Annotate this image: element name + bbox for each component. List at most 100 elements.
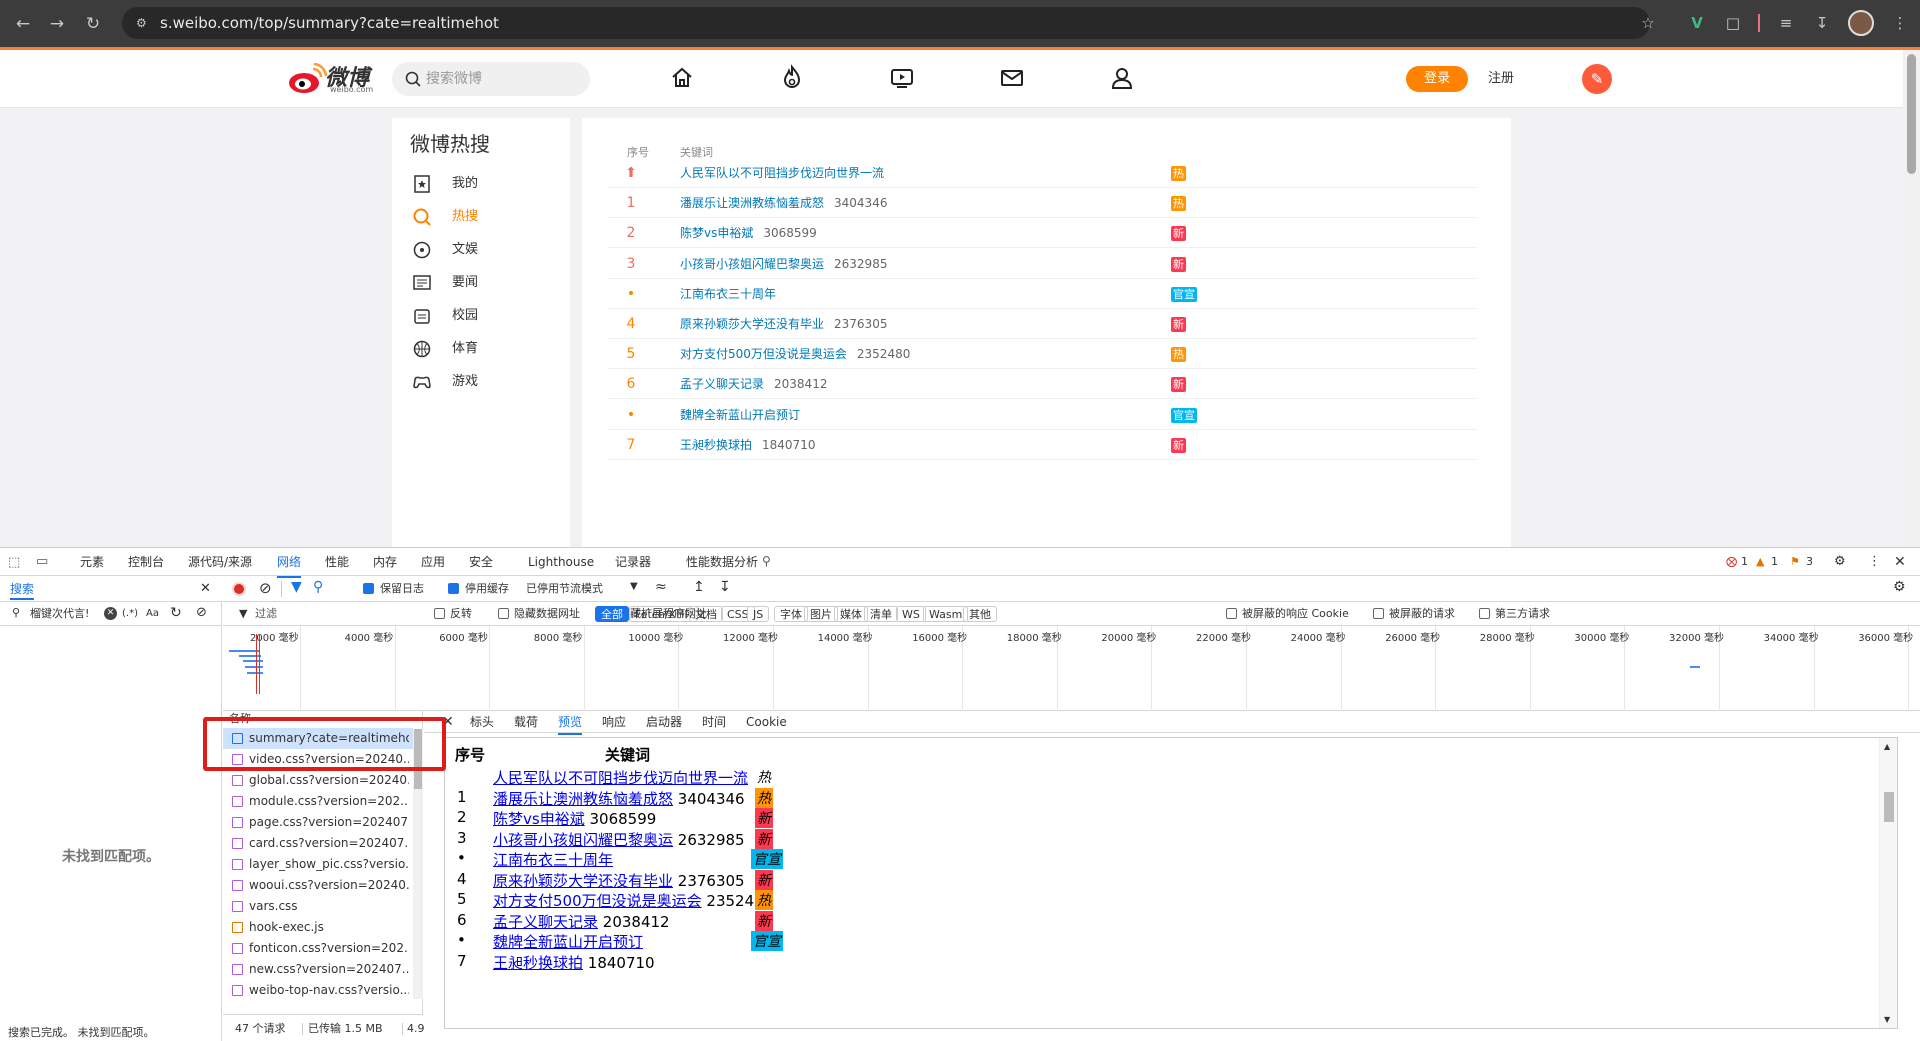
address-bar[interactable]: ⚙ s.weibo.com/top/summary?cate=realtimeh…	[122, 7, 1650, 39]
forward-arrow-icon[interactable]: →	[44, 11, 70, 37]
filter-type-chip[interactable]: Wasm	[923, 606, 969, 622]
tab-payload[interactable]: 载荷	[514, 711, 538, 733]
tab-cookies[interactable]: Cookie	[746, 711, 787, 733]
tab-headers[interactable]: 标头	[470, 711, 494, 733]
request-name[interactable]: card.css?version=202407...	[249, 833, 409, 854]
row-keyword-link[interactable]: 人民军队以不可阻挡步伐迈向世界一流	[680, 158, 894, 188]
hot-search-row[interactable]: • 魏牌全新蓝山开启预订 官宣	[607, 400, 1477, 430]
request-row[interactable]: fonticon.css?version=202...	[223, 938, 413, 959]
request-name[interactable]: new.css?version=202407...	[249, 959, 409, 980]
row-keyword[interactable]: 原来孙颖莎大学还没有毕业	[680, 317, 824, 331]
tab-performance-insights[interactable]: 性能数据分析	[686, 548, 758, 576]
row-keyword[interactable]: 潘展乐让澳洲教练恼羞成怒	[680, 196, 824, 210]
request-name[interactable]: fonticon.css?version=202...	[249, 938, 409, 959]
request-row[interactable]: new.css?version=202407...	[223, 959, 413, 980]
back-arrow-icon[interactable]: ←	[10, 11, 36, 37]
request-name[interactable]: page.css?version=202407...	[249, 812, 409, 833]
error-count[interactable]: 1	[1741, 555, 1748, 569]
row-keyword-link[interactable]: 王昶秒换球拍 1840710	[680, 430, 815, 460]
tab-response[interactable]: 响应	[602, 711, 626, 733]
site-info-icon[interactable]: ⚙	[136, 15, 152, 31]
hot-search-row[interactable]: 3 小孩哥小孩姐闪耀巴黎奥运 2632985 新	[607, 249, 1477, 279]
hot-search-row[interactable]: 4 原来孙颖莎大学还没有毕业 2376305 新	[607, 309, 1477, 339]
request-row[interactable]: module.css?version=202...	[223, 791, 413, 812]
tab-sources[interactable]: 源代码/来源	[188, 548, 252, 576]
address-bar-url[interactable]: s.weibo.com/top/summary?cate=realtimehot	[160, 7, 499, 39]
hot-search-row[interactable]: 1 潘展乐让澳洲教练恼羞成怒 3404346 热	[607, 188, 1477, 219]
hot-search-row[interactable]: • 江南布衣三十周年 官宣	[607, 279, 1477, 309]
hot-search-row[interactable]: 7 王昶秒换球拍 1840710 新	[607, 430, 1477, 460]
weibo-search-box[interactable]: 搜索微博	[392, 62, 590, 96]
tab-lighthouse[interactable]: Lighthouse	[528, 548, 594, 576]
network-conditions-icon[interactable]: ≈	[655, 579, 667, 595]
vue-extension-icon[interactable]: V	[1685, 11, 1709, 35]
row-keyword[interactable]: 对方支付500万但没说是奥运会	[680, 347, 847, 361]
filter-type-chip[interactable]: 字体	[774, 606, 808, 622]
sidebar-item-games[interactable]: 游戏	[410, 369, 560, 395]
hot-search-row[interactable]: 5 对方支付500万但没说是奥运会 2352480 热	[607, 339, 1477, 370]
request-row[interactable]: layer_show_pic.css?versio...	[223, 854, 413, 875]
tab-security[interactable]: 安全	[469, 548, 493, 576]
throttle-select[interactable]: 已停用节流模式	[526, 576, 603, 602]
search-query-input[interactable]: 榴键次代言!	[30, 602, 102, 626]
preview-keyword-link[interactable]: 王昶秒换球拍	[493, 954, 583, 972]
download-icon[interactable]: ↧	[1810, 11, 1834, 35]
preview-scrollbar[interactable]: ▲ ▼	[1879, 738, 1897, 1028]
request-name[interactable]: weibo-top-nav.css?versio...	[249, 980, 409, 1001]
search-placeholder[interactable]: 搜索微博	[426, 62, 482, 96]
request-row[interactable]: hook-exec.js	[223, 917, 413, 938]
home-icon[interactable]	[667, 63, 697, 93]
request-name[interactable]: global.css?version=20240...	[249, 770, 409, 791]
tab-timing[interactable]: 时间	[702, 711, 726, 733]
row-keyword[interactable]: 王昶秒换球拍	[680, 438, 752, 452]
request-row[interactable]: vars.css	[223, 896, 413, 917]
tab-console[interactable]: 控制台	[128, 548, 164, 576]
filter-type-chip[interactable]: 媒体	[834, 606, 868, 622]
extensions-puzzle-icon[interactable]: □	[1721, 11, 1745, 35]
filter-type-chip[interactable]: 图片	[804, 606, 838, 622]
media-queue-icon[interactable]: ≡	[1774, 11, 1798, 35]
filter-funnel-icon[interactable]: ▼	[291, 579, 302, 595]
filter-type-chip[interactable]: 清单	[864, 606, 898, 622]
request-name[interactable]: wooui.css?version=20240...	[249, 875, 409, 896]
scroll-up-arrow-icon[interactable]: ▲	[1884, 742, 1890, 751]
compose-post-icon[interactable]: ✎	[1582, 64, 1612, 94]
row-keyword-link[interactable]: 对方支付500万但没说是奥运会 2352480	[680, 339, 910, 369]
preserve-log-checkbox[interactable]	[363, 583, 374, 594]
filter-type-chip[interactable]: WS	[896, 606, 926, 622]
match-case-toggle[interactable]: Aa	[146, 602, 159, 626]
request-row[interactable]: weibo-top-nav.css?versio...	[223, 980, 413, 1001]
tab-initiator[interactable]: 启动器	[646, 711, 682, 733]
blocked-cookies-checkbox[interactable]	[1226, 608, 1237, 619]
page-scrollbar-thumb[interactable]	[1907, 54, 1916, 174]
settings-gear-icon[interactable]: ⚙	[1834, 555, 1846, 569]
more-menu-icon[interactable]: ⋮	[1888, 11, 1912, 35]
network-timeline-overview[interactable]: 2000 毫秒 4000 毫秒 6000 毫秒 8000 毫秒 10000 毫秒 1200…	[223, 626, 1920, 711]
request-row[interactable]: global.css?version=20240...	[223, 770, 413, 791]
sidebar-item-sports[interactable]: 体育	[410, 336, 560, 362]
error-count-icon[interactable]: ⨂	[1726, 555, 1737, 569]
weibo-logo-icon[interactable]	[287, 63, 327, 95]
export-har-icon[interactable]: ↧	[719, 579, 731, 595]
refresh-search-icon[interactable]: ↻	[170, 605, 182, 621]
tab-performance[interactable]: 性能	[325, 548, 349, 576]
hide-data-urls-checkbox[interactable]	[498, 608, 509, 619]
request-name[interactable]: vars.css	[249, 896, 409, 917]
hot-search-row[interactable]: 6 孟子义聊天记录 2038412 新	[607, 369, 1477, 400]
row-keyword[interactable]: 人民军队以不可阻挡步伐迈向世界一流	[680, 166, 884, 180]
hot-search-row[interactable]: ⬆ 人民军队以不可阻挡步伐迈向世界一流 热	[607, 158, 1477, 188]
filter-type-chip[interactable]: 文档	[689, 606, 723, 622]
blocked-requests-checkbox[interactable]	[1373, 608, 1384, 619]
request-name[interactable]: hook-exec.js	[249, 917, 409, 938]
network-settings-gear-icon[interactable]: ⚙	[1893, 579, 1906, 595]
row-keyword-link[interactable]: 孟子义聊天记录 2038412	[680, 369, 827, 399]
record-stop-icon[interactable]	[232, 582, 246, 596]
tab-preview[interactable]: 预览	[558, 711, 583, 735]
request-row[interactable]: page.css?version=202407...	[223, 812, 413, 833]
hot-flame-icon[interactable]	[777, 63, 807, 93]
profile-avatar[interactable]	[1848, 10, 1874, 36]
row-keyword[interactable]: 小孩哥小孩姐闪耀巴黎奥运	[680, 257, 824, 271]
preview-scrollbar-thumb[interactable]	[1884, 792, 1894, 822]
warning-count[interactable]: 1	[1771, 555, 1778, 569]
scroll-down-arrow-icon[interactable]: ▼	[1884, 1015, 1890, 1024]
